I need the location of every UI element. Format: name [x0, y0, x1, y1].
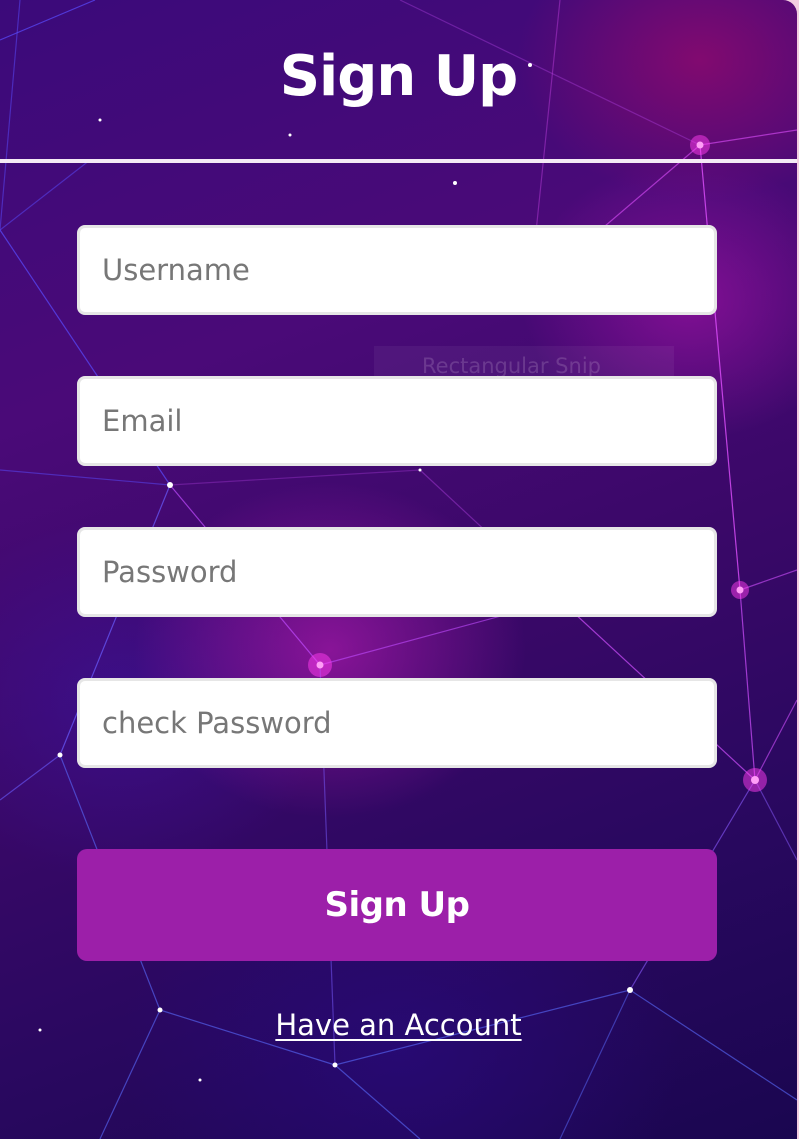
check-password-field[interactable] — [77, 678, 717, 768]
username-field[interactable] — [77, 225, 717, 315]
signup-card: Sign Up Rectangular Snip Sign Up Have an… — [0, 0, 797, 1139]
have-account-link[interactable]: Have an Account — [0, 1008, 797, 1042]
password-field[interactable] — [77, 527, 717, 617]
title-divider — [0, 159, 797, 163]
email-field[interactable] — [77, 376, 717, 466]
page-title: Sign Up — [279, 44, 519, 109]
sign-up-button[interactable]: Sign Up — [77, 849, 717, 961]
